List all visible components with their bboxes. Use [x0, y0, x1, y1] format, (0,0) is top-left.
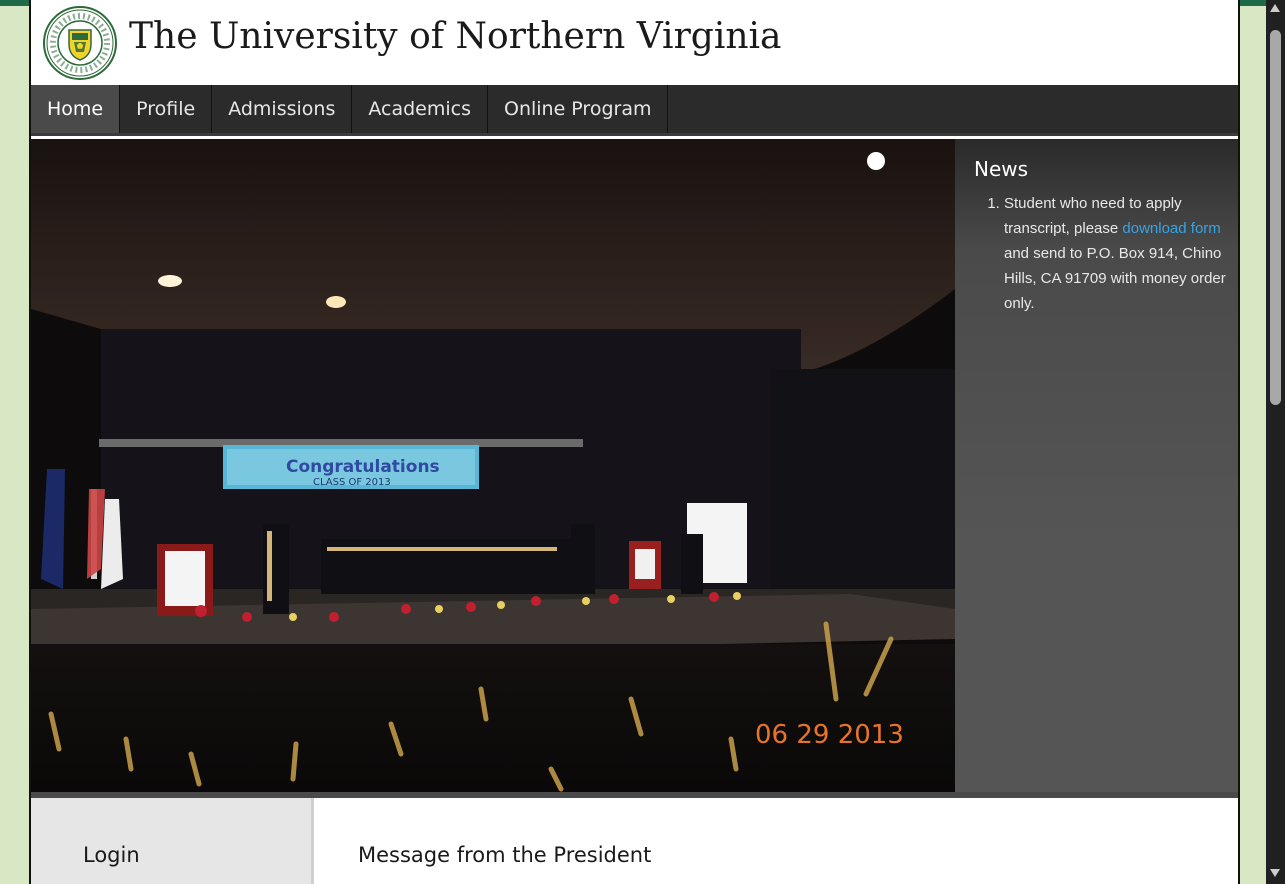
hero-graduation-photo: Congratulations CLASS OF 2013 06 29 2013 — [31, 139, 955, 792]
nav-admissions[interactable]: Admissions — [212, 85, 353, 133]
banner-subtext: CLASS OF 2013 — [313, 477, 391, 488]
photo-date-stamp: 06 29 2013 — [755, 720, 904, 750]
main-navigation: Home Profile Admissions Academics Online… — [31, 85, 1238, 136]
top-accent-left — [0, 0, 30, 6]
news-panel: News Student who need to apply transcrip… — [955, 139, 1238, 792]
news-item-text-after: and send to P.O. Box 914, Chino Hills, C… — [1004, 245, 1226, 312]
nav-academics[interactable]: Academics — [352, 85, 488, 133]
site-header: The University of Northern Virginia — [31, 0, 1238, 85]
site-title[interactable]: The University of Northern Virginia — [129, 16, 782, 57]
scrollbar-thumb[interactable] — [1270, 30, 1281, 405]
scroll-up-arrow-icon[interactable] — [1270, 4, 1280, 12]
nav-online-program[interactable]: Online Program — [488, 85, 669, 133]
news-item: Student who need to apply transcript, pl… — [1004, 191, 1226, 316]
nav-home[interactable]: Home — [31, 85, 121, 133]
vertical-scrollbar[interactable] — [1266, 0, 1285, 884]
login-sidebar: Login — [31, 798, 314, 884]
nav-profile[interactable]: Profile — [120, 85, 213, 133]
download-form-link[interactable]: download form — [1122, 220, 1220, 237]
login-title: Login — [83, 843, 140, 867]
scroll-down-arrow-icon[interactable] — [1270, 869, 1280, 877]
president-message-title: Message from the President — [358, 843, 652, 867]
news-list: Student who need to apply transcript, pl… — [974, 191, 1226, 316]
news-title: News — [974, 157, 1029, 181]
top-accent-right — [1236, 0, 1266, 6]
page-container: The University of Northern Virginia Home… — [29, 0, 1240, 884]
graduation-ceremony-image: Congratulations CLASS OF 2013 06 29 2013 — [31, 139, 955, 792]
university-seal-logo[interactable] — [43, 6, 117, 80]
banner-text: Congratulations — [286, 457, 440, 477]
